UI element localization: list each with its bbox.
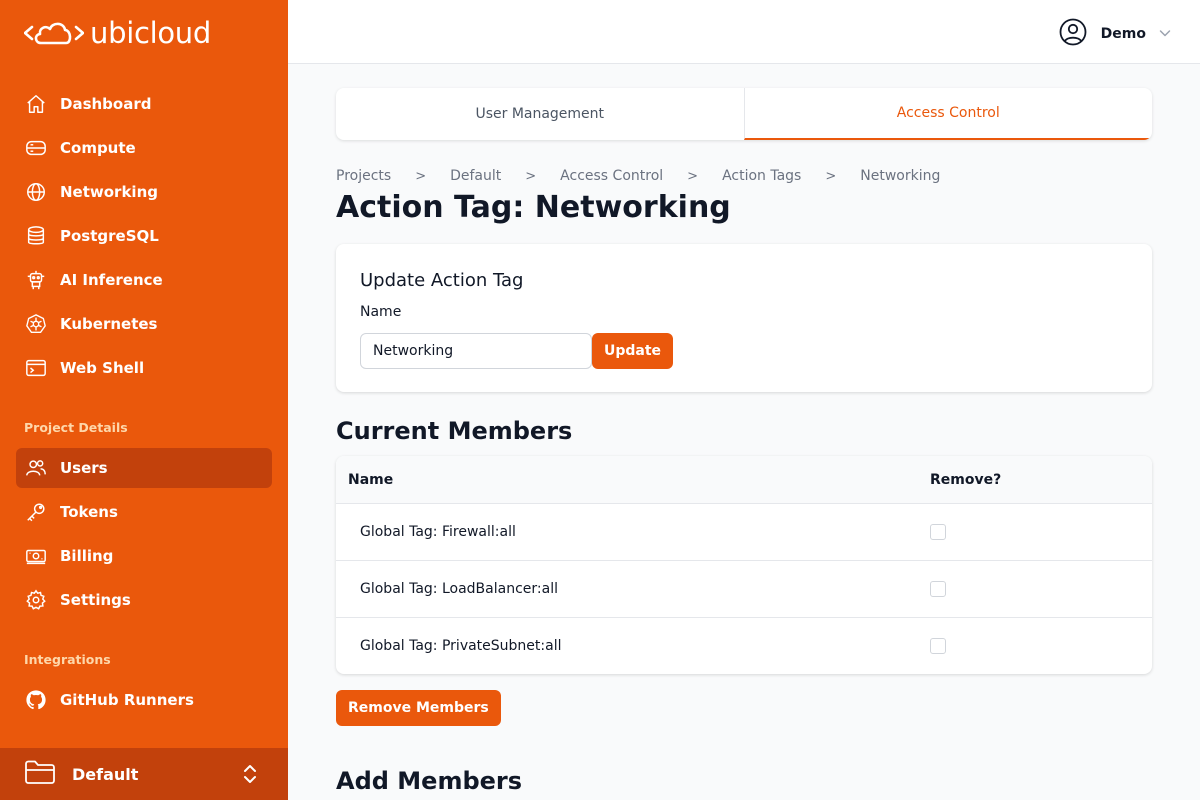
sidebar-item-label: AI Inference [60, 271, 163, 289]
kubernetes-icon [24, 312, 48, 336]
project-nav: Users Tokens Billing Settings [16, 448, 272, 624]
column-header-name: Name [348, 471, 394, 488]
user-name: Demo [1100, 26, 1146, 42]
globe-icon [24, 180, 48, 204]
member-name: Global Tag: PrivateSubnet:all [360, 638, 562, 654]
cloud-logo-icon [24, 22, 84, 45]
chevron-right-icon: > [415, 168, 427, 184]
sidebar-item-label: Tokens [60, 503, 118, 521]
section-label-integrations: Integrations [24, 652, 111, 667]
sidebar-item-label: Web Shell [60, 359, 145, 377]
chevron-right-icon: > [825, 168, 837, 184]
github-icon [24, 688, 48, 712]
section-label-project-details: Project Details [24, 420, 128, 435]
add-members-title: Add Members [336, 767, 523, 795]
table-row: Global Tag: LoadBalancer:all [336, 561, 1152, 618]
update-form-title: Update Action Tag [360, 270, 524, 291]
table-row: Global Tag: Firewall:all [336, 504, 1152, 561]
sidebar-item-label: Users [60, 459, 108, 477]
sidebar-item-label: GitHub Runners [60, 691, 194, 709]
tab-bar: User Management Access Control [336, 88, 1152, 140]
sidebar-item-label: PostgreSQL [60, 227, 159, 245]
robot-icon [24, 268, 48, 292]
database-icon [24, 224, 48, 248]
sidebar-item-tokens[interactable]: Tokens [16, 492, 272, 532]
terminal-icon [24, 356, 48, 380]
update-action-tag-card: Update Action Tag Name Update [336, 244, 1152, 392]
users-icon [24, 456, 48, 480]
name-input[interactable] [360, 333, 592, 369]
project-switcher-label: Default [72, 764, 139, 784]
sidebar-item-kubernetes[interactable]: Kubernetes [16, 304, 272, 344]
chevron-up-down-icon [242, 763, 258, 789]
sidebar-item-dashboard[interactable]: Dashboard [16, 84, 272, 124]
key-icon [24, 500, 48, 524]
sidebar: ubicloud Dashboard Compute Networking Po… [0, 0, 288, 800]
remove-checkbox[interactable] [930, 524, 946, 540]
table-header: Name Remove? [336, 456, 1152, 504]
main-content: User Management Access Control Projects … [336, 88, 1152, 796]
breadcrumb-action-tags[interactable]: Action Tags [722, 168, 801, 184]
sidebar-item-web-shell[interactable]: Web Shell [16, 348, 272, 388]
sidebar-item-label: Compute [60, 139, 136, 157]
column-header-remove: Remove? [930, 471, 1002, 488]
user-avatar-icon [1059, 18, 1087, 50]
logo[interactable]: ubicloud [24, 16, 211, 50]
update-button[interactable]: Update [592, 333, 674, 369]
name-field-label: Name [360, 304, 402, 320]
breadcrumb-access-control[interactable]: Access Control [560, 168, 663, 184]
logo-text: ubicloud [90, 16, 211, 50]
breadcrumb-networking[interactable]: Networking [860, 168, 940, 184]
sidebar-item-label: Networking [60, 183, 158, 201]
sidebar-item-settings[interactable]: Settings [16, 580, 272, 620]
sidebar-item-billing[interactable]: Billing [16, 536, 272, 576]
remove-checkbox[interactable] [930, 638, 946, 654]
chevron-right-icon: > [525, 168, 537, 184]
table-row: Global Tag: PrivateSubnet:all [336, 618, 1152, 674]
sidebar-item-label: Dashboard [60, 95, 152, 113]
folder-icon [24, 759, 56, 789]
member-name: Global Tag: Firewall:all [360, 524, 516, 540]
page-title: Action Tag: Networking [336, 190, 731, 225]
sidebar-item-users[interactable]: Users [16, 448, 272, 488]
gear-icon [24, 588, 48, 612]
tab-access-control[interactable]: Access Control [743, 88, 1152, 140]
server-icon [24, 136, 48, 160]
remove-members-button[interactable]: Remove Members [336, 690, 501, 726]
current-members-title: Current Members [336, 417, 573, 445]
remove-checkbox[interactable] [930, 581, 946, 597]
current-members-table: Name Remove? Global Tag: Firewall:all Gl… [336, 456, 1152, 674]
sidebar-item-compute[interactable]: Compute [16, 128, 272, 168]
chevron-down-icon [1158, 25, 1172, 44]
sidebar-item-label: Kubernetes [60, 315, 158, 333]
chevron-right-icon: > [687, 168, 699, 184]
tab-user-management[interactable]: User Management [336, 88, 744, 140]
breadcrumb-projects[interactable]: Projects [336, 168, 391, 184]
sidebar-item-label: Settings [60, 591, 131, 609]
sidebar-item-networking[interactable]: Networking [16, 172, 272, 212]
member-name: Global Tag: LoadBalancer:all [360, 581, 558, 597]
sidebar-item-postgresql[interactable]: PostgreSQL [16, 216, 272, 256]
project-switcher[interactable]: Default [0, 748, 288, 800]
home-icon [24, 92, 48, 116]
integrations-nav: GitHub Runners [16, 680, 272, 724]
breadcrumb: Projects > Default > Access Control > Ac… [336, 166, 1152, 186]
sidebar-item-github-runners[interactable]: GitHub Runners [16, 680, 272, 720]
main-nav: Dashboard Compute Networking PostgreSQL … [16, 84, 272, 392]
update-form-row: Update [360, 333, 1128, 369]
top-header: Demo [288, 0, 1200, 64]
sidebar-item-label: Billing [60, 547, 114, 565]
breadcrumb-default[interactable]: Default [450, 168, 501, 184]
banknote-icon [24, 544, 48, 568]
user-menu[interactable]: Demo [1059, 18, 1172, 50]
sidebar-item-ai-inference[interactable]: AI Inference [16, 260, 272, 300]
